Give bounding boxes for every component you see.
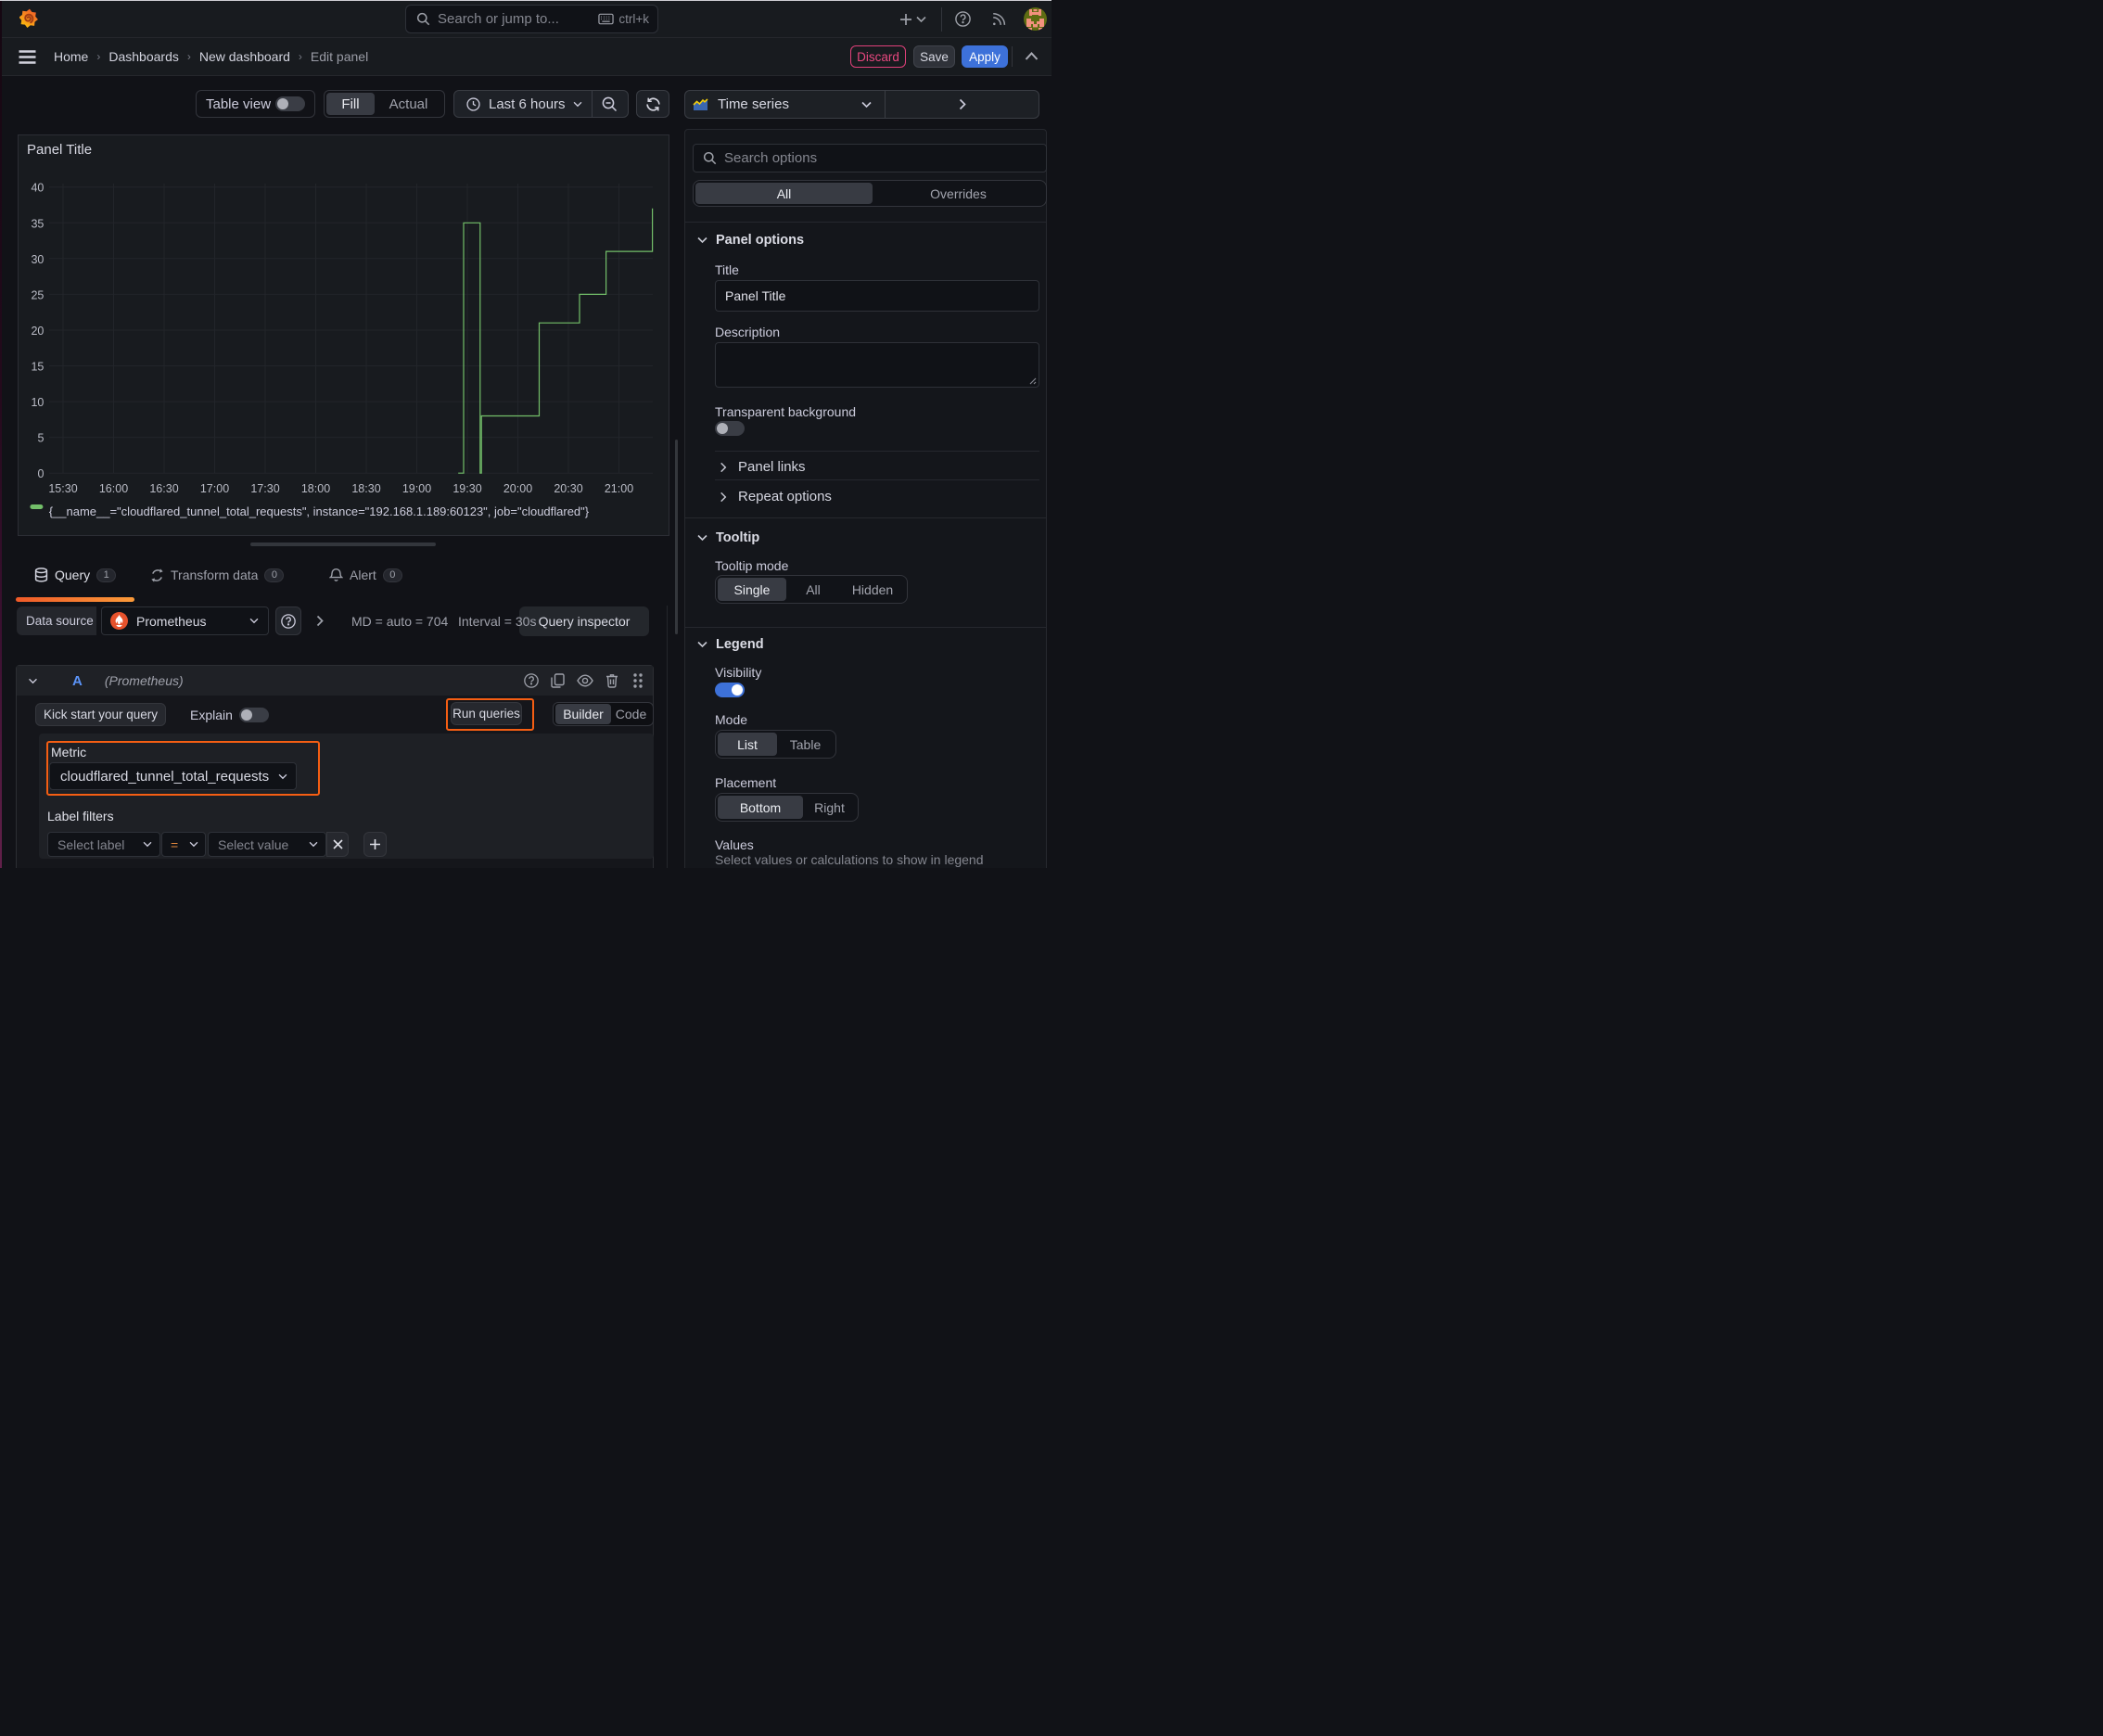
- svg-text:10: 10: [31, 396, 44, 409]
- svg-text:20: 20: [31, 325, 44, 338]
- svg-text:{__name__="cloudflared_tunnel_: {__name__="cloudflared_tunnel_total_requ…: [49, 504, 590, 518]
- svg-text:0: 0: [37, 467, 44, 480]
- svg-text:15: 15: [31, 361, 44, 374]
- svg-text:35: 35: [31, 217, 44, 230]
- svg-text:17:00: 17:00: [200, 482, 229, 495]
- svg-text:19:00: 19:00: [402, 482, 431, 495]
- svg-text:5: 5: [37, 432, 44, 445]
- svg-text:17:30: 17:30: [250, 482, 279, 495]
- svg-text:18:30: 18:30: [351, 482, 380, 495]
- svg-text:19:30: 19:30: [452, 482, 481, 495]
- svg-text:20:30: 20:30: [554, 482, 582, 495]
- svg-text:30: 30: [31, 253, 44, 266]
- svg-text:16:30: 16:30: [149, 482, 178, 495]
- svg-text:18:00: 18:00: [301, 482, 330, 495]
- svg-text:20:00: 20:00: [503, 482, 532, 495]
- svg-text:15:30: 15:30: [48, 482, 77, 495]
- svg-text:16:00: 16:00: [99, 482, 128, 495]
- svg-text:25: 25: [31, 288, 44, 301]
- svg-text:40: 40: [31, 182, 44, 195]
- svg-text:21:00: 21:00: [605, 482, 633, 495]
